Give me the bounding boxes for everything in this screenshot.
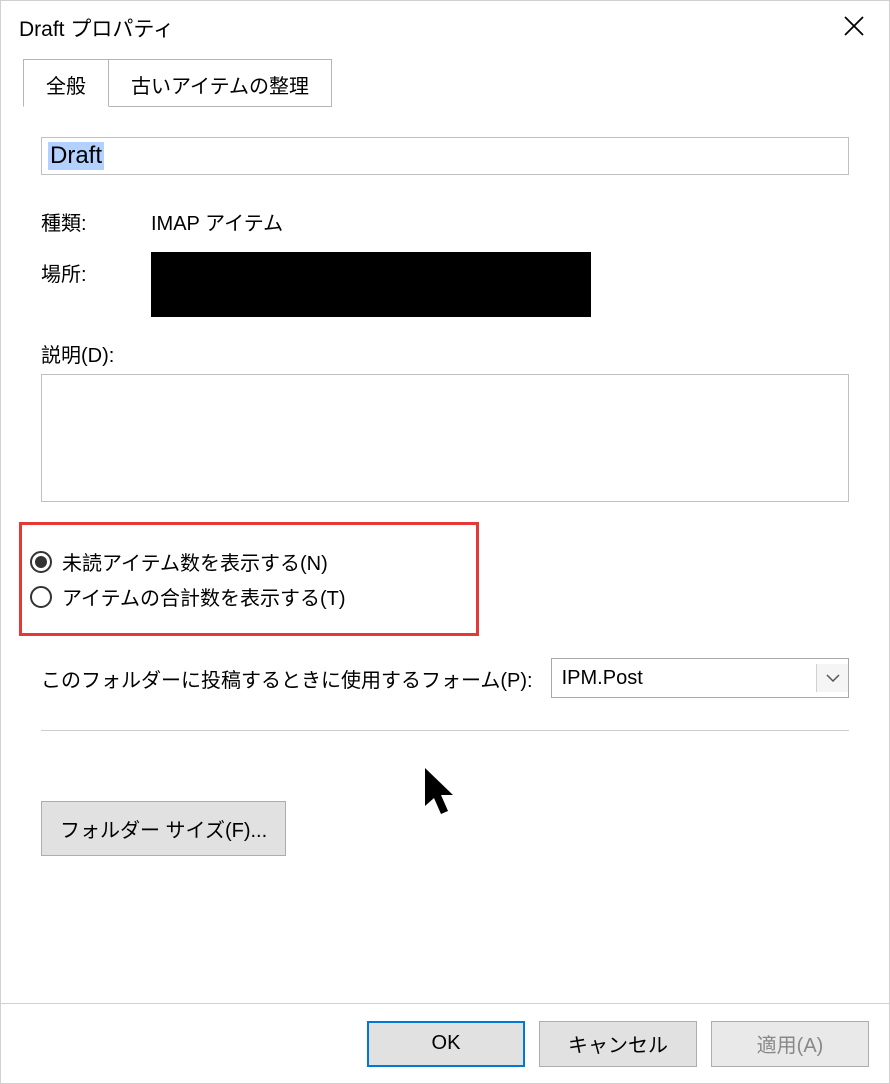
bottom-button-bar: OK キャンセル 適用(A)	[1, 1003, 889, 1083]
chevron-down-icon	[816, 664, 848, 692]
label-location: 場所:	[41, 258, 151, 287]
folder-name-input[interactable]: Draft	[41, 137, 849, 175]
title-bar: Draft プロパティ	[1, 1, 889, 59]
row-type: 種類: IMAP アイテム	[41, 207, 849, 236]
radio-total-label: アイテムの合計数を表示する(T)	[62, 582, 346, 611]
close-icon	[843, 15, 865, 37]
folder-name-value: Draft	[48, 142, 104, 170]
value-type: IMAP アイテム	[151, 207, 849, 236]
tab-content-general: Draft 種類: IMAP アイテム 場所: 説明(D): 未読アイテム数を表…	[1, 107, 889, 856]
row-form: このフォルダーに投稿するときに使用するフォーム(P): IPM.Post	[41, 658, 849, 698]
tab-general[interactable]: 全般	[23, 59, 109, 107]
form-dropdown-value: IPM.Post	[562, 667, 643, 690]
redacted-location	[151, 252, 591, 317]
window-title: Draft プロパティ	[19, 13, 174, 43]
radio-show-unread[interactable]: 未読アイテム数を表示する(N)	[30, 547, 462, 576]
tab-archive[interactable]: 古いアイテムの整理	[109, 59, 332, 107]
section-divider	[41, 730, 849, 731]
radio-dot-icon	[35, 556, 47, 568]
tab-bar: 全般 古いアイテムの整理	[1, 59, 889, 107]
close-button[interactable]	[837, 13, 871, 43]
apply-button: 適用(A)	[711, 1021, 869, 1067]
folder-size-button[interactable]: フォルダー サイズ(F)...	[41, 801, 286, 856]
label-type: 種類:	[41, 207, 151, 236]
cancel-button[interactable]: キャンセル	[539, 1021, 697, 1067]
label-description: 説明(D):	[41, 339, 849, 368]
radio-icon-unselected	[30, 586, 52, 608]
radio-highlight: 未読アイテム数を表示する(N) アイテムの合計数を表示する(T)	[19, 522, 479, 636]
radio-icon-selected	[30, 551, 52, 573]
form-dropdown[interactable]: IPM.Post	[551, 658, 849, 698]
description-textarea[interactable]	[41, 374, 849, 502]
value-location	[151, 258, 849, 317]
ok-button[interactable]: OK	[367, 1021, 525, 1067]
radio-show-total[interactable]: アイテムの合計数を表示する(T)	[30, 582, 462, 611]
row-location: 場所:	[41, 258, 849, 317]
radio-unread-label: 未読アイテム数を表示する(N)	[62, 547, 328, 576]
label-form: このフォルダーに投稿するときに使用するフォーム(P):	[41, 664, 533, 693]
